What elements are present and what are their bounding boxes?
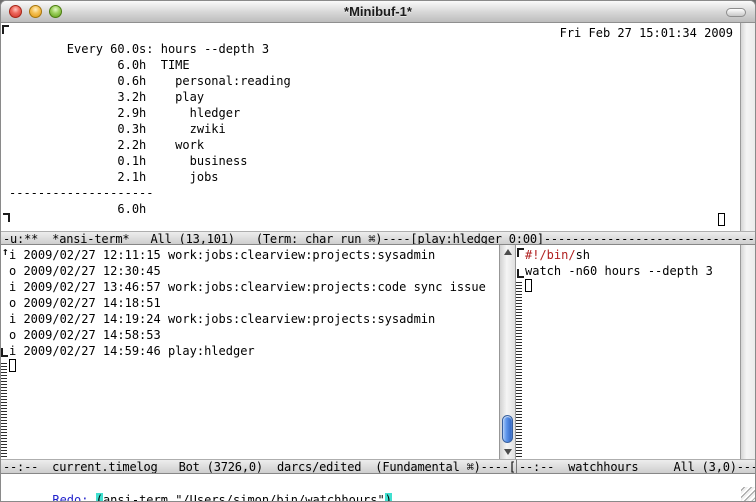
titlebar[interactable]: *Minibuf-1* [1, 1, 755, 23]
watch-timestamp: Fri Feb 27 15:01:34 2009 [560, 25, 733, 41]
report-total-line: 6.0h [9, 201, 755, 217]
script-command-line: watch -n60 hours --depth 3 [525, 263, 755, 279]
ansi-term-window[interactable]: Every 60.0s: hours --depth 3 Fri Feb 27 … [1, 23, 755, 231]
zoom-button[interactable] [49, 5, 62, 18]
fringe-up-arrow-icon: ↑ [2, 245, 9, 258]
watch-header: Every 60.0s: hours --depth 3 Fri Feb 27 … [9, 25, 755, 41]
fringe-empty-line-marks [1, 363, 7, 457]
timelog-cursor [9, 359, 16, 372]
minibuffer-command-text: ansi-term "/Users/simon/bin/watchhours" [103, 493, 385, 502]
timelog-window[interactable]: i 2009/02/27 12:11:15 work:jobs:clearvie… [1, 245, 516, 459]
timelog-entry: o 2009/02/27 14:18:51 [9, 295, 516, 311]
shebang-line: #!/bin/sh [525, 247, 755, 263]
window-controls [9, 5, 62, 18]
report-line: 6.0h TIME [9, 57, 755, 73]
watchhours-scrollbar-track[interactable] [740, 245, 755, 459]
shebang-rest: sh [576, 248, 590, 262]
term-scrollbar-track[interactable] [740, 23, 755, 231]
minibuffer[interactable]: Redo: (ansi-term "/Users/simon/bin/watch… [1, 474, 755, 501]
fringe-bottom-angle-icon [1, 348, 8, 357]
fringe-bottom-corner-icon [3, 213, 10, 222]
minimize-button[interactable] [29, 5, 42, 18]
toolbar-toggle-button[interactable] [726, 8, 746, 17]
fringe-empty-line-marks [516, 282, 522, 457]
emacs-frame: Every 60.0s: hours --depth 3 Fri Feb 27 … [1, 23, 755, 501]
resize-grip[interactable] [741, 487, 755, 501]
fringe-bottom-angle-icon [517, 269, 524, 278]
timelog-entry: o 2009/02/27 12:30:45 [9, 263, 516, 279]
redo-label: Redo: [52, 493, 95, 502]
timelog-entry: o 2009/02/27 14:58:53 [9, 327, 516, 343]
matched-paren-close: ) [385, 493, 392, 502]
shebang-highlight: #!/bin/ [525, 248, 576, 262]
fringe-top-angle-icon [2, 25, 9, 34]
watch-command-text: Every 60.0s: hours --depth 3 [67, 42, 269, 56]
modeline-row: --:-- current.timelog Bot (3726,0) darcs… [1, 459, 755, 474]
report-line: 0.1h business [9, 153, 755, 169]
window-title: *Minibuf-1* [1, 1, 755, 22]
modeline-timelog[interactable]: --:-- current.timelog Bot (3726,0) darcs… [1, 459, 516, 474]
report-separator-line: -------------------- [9, 185, 755, 201]
timelog-entry: i 2009/02/27 13:46:57 work:jobs:clearvie… [9, 279, 516, 295]
timelog-entry: i 2009/02/27 14:59:46 play:hledger [9, 343, 516, 359]
timelog-entry: i 2009/02/27 14:19:24 work:jobs:clearvie… [9, 311, 516, 327]
report-line: 0.3h zwiki [9, 121, 755, 137]
scroll-up-button[interactable] [504, 249, 512, 255]
timelog-text: i 2009/02/27 12:11:15 work:jobs:clearvie… [1, 245, 516, 359]
watchhours-cursor [525, 279, 532, 292]
modeline-ansi-term[interactable]: -u:** *ansi-term* All (13,101) (Term: ch… [1, 231, 755, 245]
timelog-scrollbar[interactable] [499, 245, 516, 459]
matched-paren-open: ( [96, 493, 103, 502]
report-line: 3.2h play [9, 89, 755, 105]
close-button[interactable] [9, 5, 22, 18]
fringe-top-angle-icon [517, 248, 524, 257]
timelog-entry: i 2009/02/27 12:11:15 work:jobs:clearvie… [9, 247, 516, 263]
report-line: 0.6h personal:reading [9, 73, 755, 89]
watchhours-text: #!/bin/sh watch -n60 hours --depth 3 [516, 245, 755, 279]
report-line: 2.1h jobs [9, 169, 755, 185]
report-line: 2.2h work [9, 137, 755, 153]
watchhours-window[interactable]: #!/bin/sh watch -n60 hours --depth 3 [516, 245, 755, 459]
emacs-window: *Minibuf-1* Every 60.0s: hours --depth 3… [0, 0, 756, 502]
report-line: 2.9h hledger [9, 105, 755, 121]
split-windows: i 2009/02/27 12:11:15 work:jobs:clearvie… [1, 245, 755, 459]
terminal-cursor [718, 213, 725, 226]
scroll-down-button[interactable] [504, 449, 512, 455]
modeline-watchhours[interactable]: --:-- watchhours All (3,0)---- [516, 459, 755, 474]
scrollbar-thumb[interactable] [502, 415, 513, 443]
